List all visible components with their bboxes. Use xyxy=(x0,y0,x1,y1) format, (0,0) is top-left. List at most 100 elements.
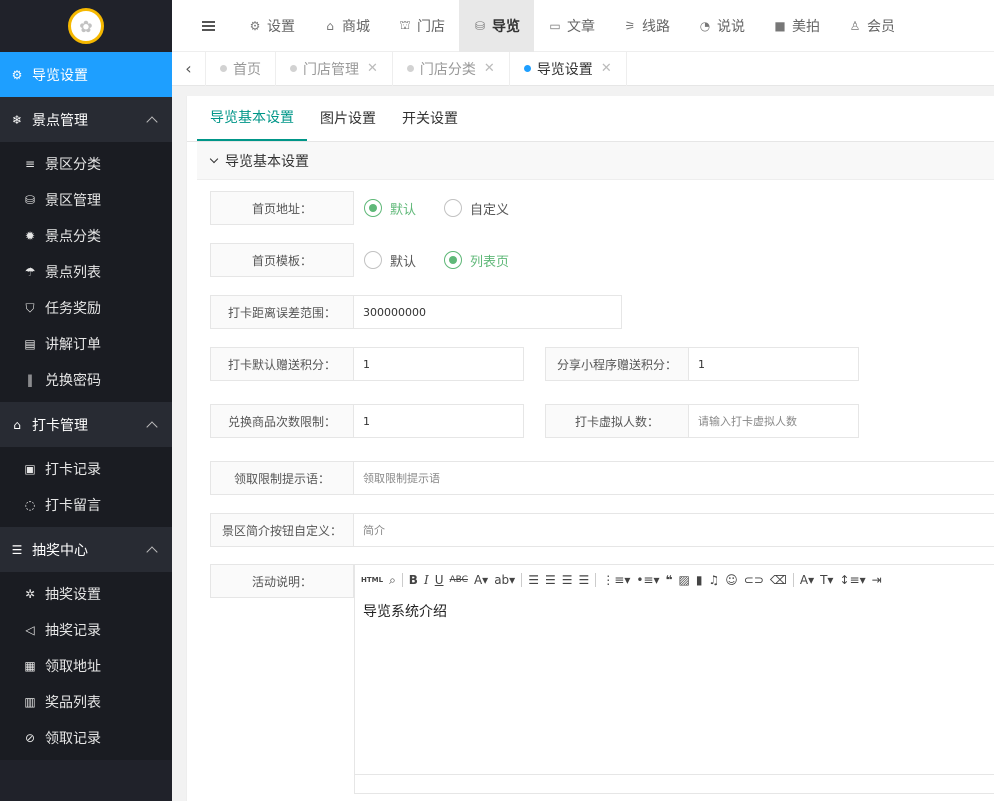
bold-icon[interactable]: B xyxy=(409,573,418,587)
align-center-icon[interactable]: ☰ xyxy=(545,573,556,587)
page-tab-store-manage[interactable]: 门店管理 ✕ xyxy=(276,51,393,86)
chevron-down-icon xyxy=(209,154,219,163)
sidebar-item-checkin-records[interactable]: ▣ 打卡记录 xyxy=(0,451,172,487)
field-label: 景区简介按钮自定义： xyxy=(210,513,354,547)
video-icon[interactable]: ▮ xyxy=(696,573,703,587)
nav-item-photos[interactable]: ■ 美拍 xyxy=(759,0,834,52)
italic-icon[interactable]: I xyxy=(424,573,429,587)
sidebar-item-lottery-settings[interactable]: ✲ 抽奖设置 xyxy=(0,576,172,612)
tab-dot xyxy=(406,65,414,72)
font-color-icon[interactable]: A▾ xyxy=(474,573,488,587)
nav-item-posts[interactable]: ◔ 说说 xyxy=(684,0,759,52)
radio-label: 列表页 xyxy=(470,254,510,270)
html-source-icon[interactable]: HTML xyxy=(361,576,383,584)
image-icon[interactable]: ▨ xyxy=(679,573,690,587)
collapse-header[interactable]: 导览基本设置 xyxy=(197,142,994,180)
claim-tip-input[interactable]: 领取限制提示语 xyxy=(354,461,994,495)
share-points-input[interactable]: 1 xyxy=(689,347,859,381)
tab-label: 门店分类 xyxy=(419,61,476,78)
sidebar-item-redeem-code[interactable]: ‖ 兑换密码 xyxy=(0,362,172,398)
align-justify-icon[interactable]: ☰ xyxy=(579,573,590,587)
emoji-icon[interactable]: ☺ xyxy=(725,573,738,587)
exchange-limit-input[interactable]: 1 xyxy=(354,404,524,438)
sidebar-item-claim-records[interactable]: ⊘ 领取记录 xyxy=(0,720,172,756)
sidebar-item-claim-address[interactable]: ▦ 领取地址 xyxy=(0,648,172,684)
nav-label: 说说 xyxy=(717,18,745,35)
menu-toggle-button[interactable] xyxy=(182,0,234,52)
tab-basic-settings[interactable]: 导览基本设置 xyxy=(197,95,307,141)
line-height-icon[interactable]: ↕≡▾ xyxy=(839,573,865,587)
nav-item-routes[interactable]: ⚞ 线路 xyxy=(609,0,684,52)
radio-home-url-custom[interactable]: 自定义 xyxy=(444,199,509,218)
snowflake-icon: ❄ xyxy=(11,112,23,127)
sidebar-item-task-reward[interactable]: ⛉ 任务奖励 xyxy=(0,290,172,326)
tab-scroll-left-button[interactable]: ‹ xyxy=(172,51,206,86)
page-tab-store-category[interactable]: 门店分类 ✕ xyxy=(393,51,510,86)
paragraph-icon[interactable]: T▾ xyxy=(820,573,833,587)
nav-item-stores[interactable]: ⛫ 门店 xyxy=(384,0,459,52)
nav-item-settings[interactable]: ⚙ 设置 xyxy=(234,0,309,52)
close-icon[interactable]: ✕ xyxy=(601,61,612,76)
align-left-icon[interactable]: ☰ xyxy=(528,573,539,587)
align-right-icon[interactable]: ☰ xyxy=(562,573,573,587)
music-icon[interactable]: ♫ xyxy=(709,573,720,587)
eraser-icon[interactable]: ⌫ xyxy=(770,573,787,587)
radio-home-template-default[interactable]: 默认 xyxy=(364,251,416,270)
tab-label: 首页 xyxy=(233,61,261,78)
sidebar-item-label: 打卡记录 xyxy=(45,462,101,478)
cubes-icon: ⛁ xyxy=(474,18,486,33)
sidebar-item-scenic-category[interactable]: ≡ 景区分类 xyxy=(0,146,172,182)
font-size-icon[interactable]: A▾ xyxy=(800,573,814,587)
list-icon: ≡ xyxy=(24,157,36,171)
page-tab-guide-settings[interactable]: 导览设置 ✕ xyxy=(510,51,627,86)
unordered-list-icon[interactable]: •≡▾ xyxy=(636,573,659,587)
close-icon[interactable]: ✕ xyxy=(484,61,495,76)
highlight-icon[interactable]: ab▾ xyxy=(494,573,515,587)
nav-label: 会员 xyxy=(867,18,895,35)
nav-label: 线路 xyxy=(642,18,670,35)
close-icon[interactable]: ✕ xyxy=(367,61,378,76)
sidebar-item-scenic-manage[interactable]: ⛁ 景区管理 xyxy=(0,182,172,218)
underline-icon[interactable]: U xyxy=(435,573,444,587)
tab-image-settings[interactable]: 图片设置 xyxy=(307,95,389,141)
editor-content[interactable]: 导览系统介绍 xyxy=(355,595,994,627)
sidebar-item-checkin-messages[interactable]: ◌ 打卡留言 xyxy=(0,487,172,523)
radio-home-url-default[interactable]: 默认 xyxy=(364,199,416,218)
sidebar-item-label: 景点列表 xyxy=(45,265,101,281)
sidebar-group-checkin[interactable]: ⌂ 打卡管理 xyxy=(0,402,172,447)
quote-icon[interactable]: ❝ xyxy=(666,573,673,587)
nav-item-members[interactable]: ♙ 会员 xyxy=(834,0,909,52)
shop-icon: ⌂ xyxy=(326,18,334,33)
field-label: 领取限制提示语： xyxy=(210,461,354,495)
tab-switch-settings[interactable]: 开关设置 xyxy=(389,95,471,141)
newspaper-icon: ▭ xyxy=(549,18,561,33)
radio-home-template-list[interactable]: 列表页 xyxy=(444,251,509,270)
sidebar-group-attractions[interactable]: ❄ 景点管理 xyxy=(0,97,172,142)
link-icon[interactable]: ⊂⊃ xyxy=(744,573,764,587)
strikethrough-icon[interactable]: ABC xyxy=(450,575,468,585)
checkin-points-input[interactable]: 1 xyxy=(354,347,524,381)
sidebar-item-spot-list[interactable]: ☂ 景点列表 xyxy=(0,254,172,290)
sidebar-item-guide-settings[interactable]: ⚙ 导览设置 xyxy=(0,52,172,97)
logo[interactable]: ✿ xyxy=(68,8,104,44)
sidebar-item-prize-list[interactable]: ▥ 奖品列表 xyxy=(0,684,172,720)
form-row-activity: 活动说明： xyxy=(210,564,354,598)
chevron-left-icon: ‹ xyxy=(185,59,192,78)
sidebar-item-guide-orders[interactable]: ▤ 讲解订单 xyxy=(0,326,172,362)
checkin-range-input[interactable]: 300000000 xyxy=(354,295,622,329)
nav-item-guide[interactable]: ⛁ 导览 xyxy=(459,0,534,52)
toolbar-separator xyxy=(792,573,794,587)
sidebar-item-lottery-records[interactable]: ◁ 抽奖记录 xyxy=(0,612,172,648)
ordered-list-icon[interactable]: ⋮≡▾ xyxy=(602,573,630,587)
preview-icon[interactable]: ⌕ xyxy=(389,573,396,588)
page-tab-home[interactable]: 首页 xyxy=(206,51,276,86)
nav-item-mall[interactable]: ⌂ 商城 xyxy=(309,0,384,52)
sidebar-group-lottery[interactable]: ☰ 抽奖中心 xyxy=(0,527,172,572)
indent-icon[interactable]: ⇥ xyxy=(872,573,882,587)
sidebar-item-spot-category[interactable]: ✹ 景点分类 xyxy=(0,218,172,254)
virtual-count-input[interactable]: 请输入打卡虚拟人数 xyxy=(689,404,859,438)
intro-button-input[interactable]: 简介 xyxy=(354,513,994,547)
calendar-icon: ▥ xyxy=(24,695,36,709)
nav-item-articles[interactable]: ▭ 文章 xyxy=(534,0,609,52)
gears-icon: ⚙ xyxy=(249,18,261,33)
